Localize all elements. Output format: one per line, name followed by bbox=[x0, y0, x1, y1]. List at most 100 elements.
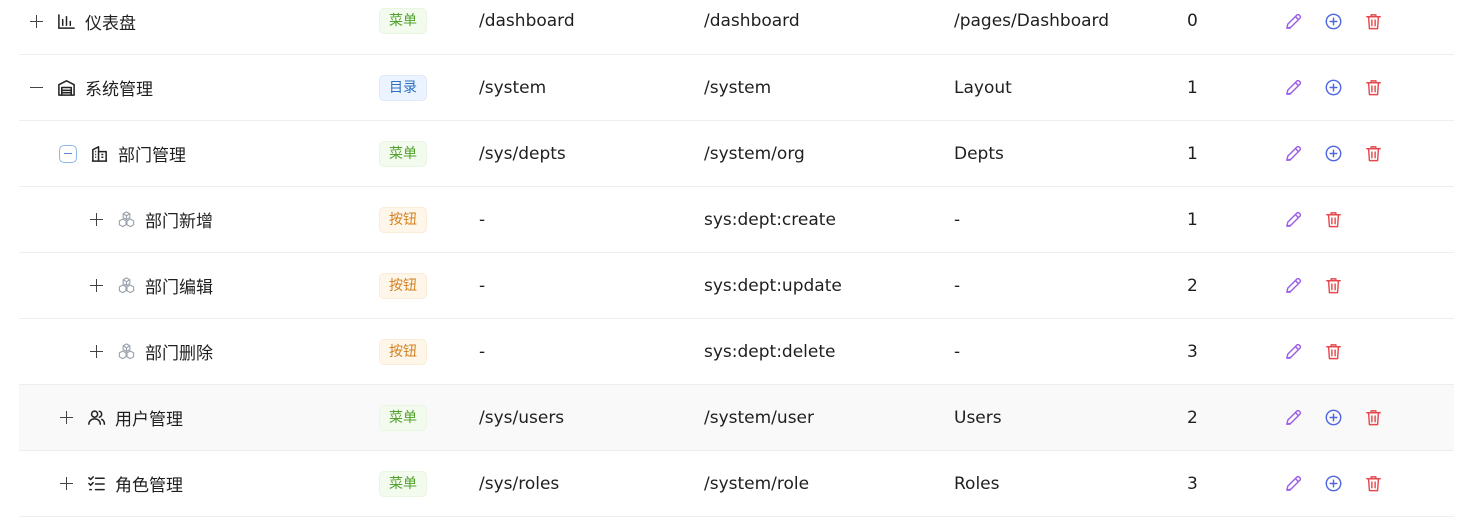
component-cell: Users bbox=[954, 407, 1002, 428]
type-tag: 按钮 bbox=[379, 338, 427, 365]
type-tag: 菜单 bbox=[379, 8, 427, 34]
type-cell: 菜单 bbox=[379, 121, 427, 186]
order-cell: 3 bbox=[1187, 341, 1198, 362]
type-tag: 按钮 bbox=[379, 272, 427, 299]
type-tag: 目录 bbox=[379, 74, 427, 101]
permission-cell: sys:dept:delete bbox=[704, 341, 836, 362]
actions-cell bbox=[1283, 0, 1403, 48]
menu-name: 部门管理 bbox=[118, 146, 186, 166]
delete-icon[interactable] bbox=[1323, 276, 1343, 296]
name-cell: 部门编辑 bbox=[19, 253, 429, 318]
edit-icon[interactable] bbox=[1283, 276, 1303, 296]
table-row: 部门删除 按钮 - sys:dept:delete - 3 bbox=[19, 319, 1454, 385]
cubes-icon bbox=[116, 276, 136, 296]
table-row: 用户管理 菜单/sys/users/system/user Users 2 bbox=[19, 385, 1454, 451]
actions-cell bbox=[1283, 253, 1363, 318]
route-cell: /sys/users bbox=[479, 407, 565, 428]
add-icon[interactable] bbox=[1323, 78, 1343, 98]
delete-icon[interactable] bbox=[1323, 210, 1343, 230]
expand-icon[interactable] bbox=[59, 476, 74, 491]
route-cell: /sys/depts bbox=[479, 143, 566, 164]
type-cell: 按钮 bbox=[379, 253, 427, 318]
list-check-icon bbox=[86, 474, 106, 494]
delete-icon[interactable] bbox=[1323, 342, 1343, 362]
permission-cell: /system/role bbox=[704, 473, 810, 494]
menu-tree-table: 仪表盘 菜单/dashboard/dashboard/pages/Dashboar… bbox=[19, 0, 1454, 517]
menu-name: 部门删除 bbox=[145, 344, 213, 364]
edit-icon[interactable] bbox=[1283, 78, 1303, 98]
bar-chart-icon bbox=[56, 11, 76, 31]
type-tag: 菜单 bbox=[379, 140, 427, 167]
warehouse-icon bbox=[56, 78, 76, 98]
component-cell: Depts bbox=[954, 143, 1004, 164]
type-cell: 目录 bbox=[379, 55, 427, 120]
delete-icon[interactable] bbox=[1363, 11, 1383, 31]
edit-icon[interactable] bbox=[1283, 210, 1303, 230]
type-tag: 按钮 bbox=[379, 206, 427, 233]
add-icon[interactable] bbox=[1323, 408, 1343, 428]
order-cell: 1 bbox=[1187, 77, 1198, 98]
order-cell: 1 bbox=[1187, 143, 1198, 164]
delete-icon[interactable] bbox=[1363, 474, 1383, 494]
table-row: 角色管理 菜单/sys/roles/system/role Roles 3 bbox=[19, 451, 1454, 517]
edit-icon[interactable] bbox=[1283, 408, 1303, 428]
route-cell: /dashboard bbox=[479, 11, 575, 31]
route-cell: /system bbox=[479, 77, 547, 98]
delete-icon[interactable] bbox=[1363, 408, 1383, 428]
menu-name: 仪表盘 bbox=[85, 13, 136, 34]
expand-icon[interactable] bbox=[89, 212, 104, 227]
type-cell: 菜单 bbox=[379, 385, 427, 450]
table-row: 部门编辑 按钮 - sys:dept:update - 2 bbox=[19, 253, 1454, 319]
expand-icon[interactable] bbox=[89, 344, 104, 359]
add-icon[interactable] bbox=[1323, 11, 1343, 31]
component-cell: Roles bbox=[954, 473, 1000, 494]
order-cell: 0 bbox=[1187, 11, 1198, 31]
expand-icon[interactable] bbox=[29, 14, 44, 29]
menu-name: 系统管理 bbox=[85, 80, 153, 100]
component-cell: Layout bbox=[954, 77, 1012, 98]
actions-cell bbox=[1283, 385, 1403, 450]
table-row: 部门管理 菜单/sys/depts/system/org Depts 1 bbox=[19, 121, 1454, 187]
order-cell: 2 bbox=[1187, 275, 1198, 296]
cubes-icon bbox=[116, 342, 136, 362]
component-cell: - bbox=[954, 341, 961, 362]
edit-icon[interactable] bbox=[1283, 474, 1303, 494]
menu-name: 部门新增 bbox=[145, 212, 213, 232]
route-cell: - bbox=[479, 209, 486, 230]
route-cell: - bbox=[479, 275, 486, 296]
edit-icon[interactable] bbox=[1283, 144, 1303, 164]
menu-name: 部门编辑 bbox=[145, 278, 213, 298]
cubes-icon bbox=[116, 210, 136, 230]
route-cell: - bbox=[479, 341, 486, 362]
actions-cell bbox=[1283, 319, 1363, 384]
actions-cell bbox=[1283, 55, 1403, 120]
type-cell: 菜单 bbox=[379, 451, 427, 516]
collapse-icon[interactable] bbox=[29, 80, 44, 95]
name-cell: 角色管理 bbox=[19, 451, 399, 516]
expand-icon[interactable] bbox=[59, 410, 74, 425]
name-cell: 系统管理 bbox=[19, 55, 369, 120]
table-row: 部门新增 按钮 - sys:dept:create - 1 bbox=[19, 187, 1454, 253]
users-icon bbox=[86, 408, 106, 428]
permission-cell: /system bbox=[704, 77, 772, 98]
type-tag: 菜单 bbox=[379, 470, 427, 497]
route-cell: /sys/roles bbox=[479, 473, 560, 494]
permission-cell: /dashboard bbox=[704, 11, 800, 31]
type-cell: 按钮 bbox=[379, 319, 427, 384]
type-cell: 按钮 bbox=[379, 187, 427, 252]
table-row: 系统管理 目录/system/system Layout 1 bbox=[19, 55, 1454, 121]
delete-icon[interactable] bbox=[1363, 78, 1383, 98]
menu-name: 用户管理 bbox=[115, 410, 183, 430]
delete-icon[interactable] bbox=[1363, 144, 1383, 164]
permission-cell: sys:dept:update bbox=[704, 275, 842, 296]
collapse-icon[interactable] bbox=[59, 144, 77, 163]
add-icon[interactable] bbox=[1323, 144, 1343, 164]
menu-name: 角色管理 bbox=[115, 476, 183, 496]
expand-icon[interactable] bbox=[89, 278, 104, 293]
type-cell: 菜单 bbox=[379, 0, 427, 48]
name-cell: 部门删除 bbox=[19, 319, 429, 384]
edit-icon[interactable] bbox=[1283, 11, 1303, 31]
component-cell: - bbox=[954, 209, 961, 230]
edit-icon[interactable] bbox=[1283, 342, 1303, 362]
add-icon[interactable] bbox=[1323, 474, 1343, 494]
